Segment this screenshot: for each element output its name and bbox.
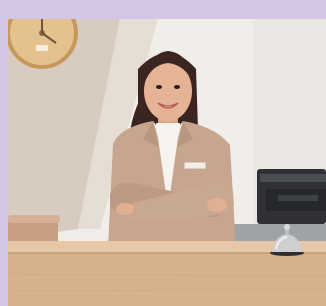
image-frame [0,0,326,306]
reception-scene [8,19,326,306]
name-badge [183,161,207,170]
reception-photo [8,19,326,306]
